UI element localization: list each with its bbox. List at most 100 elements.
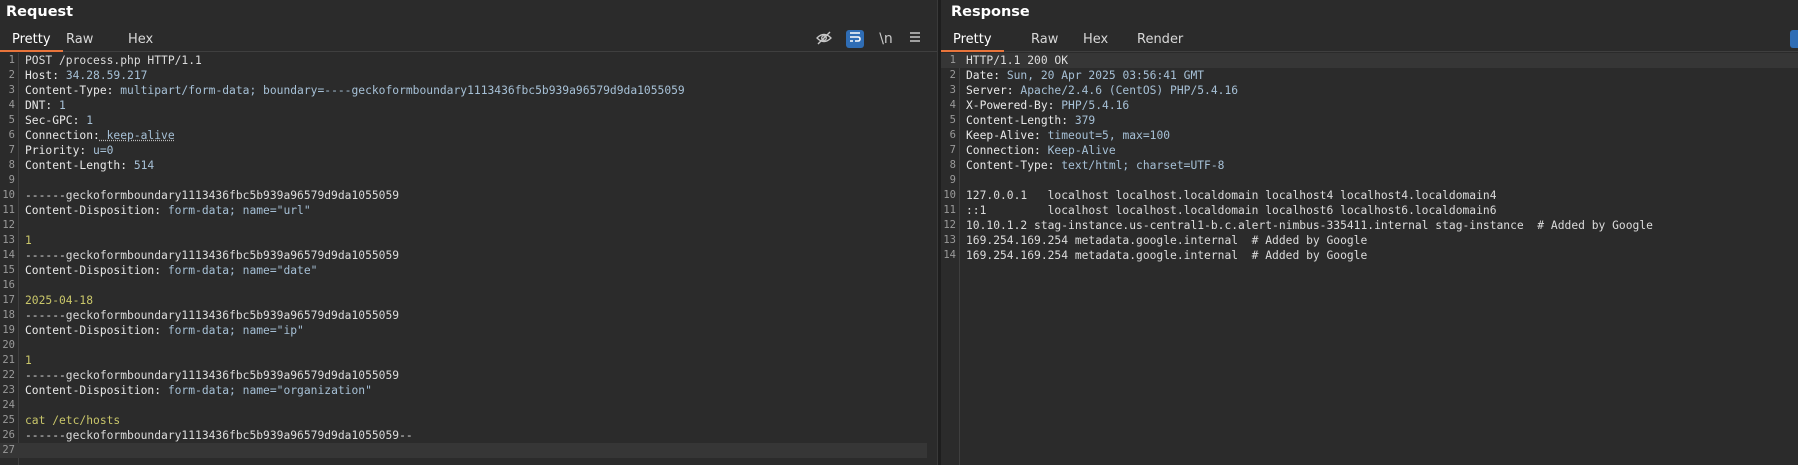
line-number: 12 — [2, 219, 15, 231]
line-text: ::1 localhost localhost.localdomain loca… — [966, 204, 1497, 217]
request-line: 8 Content-Length: 514 — [0, 158, 937, 173]
wrap-icon[interactable] — [1790, 30, 1798, 48]
line-text: Content-Type: multipart/form-data; bound… — [25, 83, 685, 98]
line-number: 10 — [943, 189, 956, 201]
line-number: 10 — [2, 189, 15, 201]
request-lines: 1 POST /process.php HTTP/1.1 2 Host: 34.28.… — [0, 53, 937, 458]
response-tab-render[interactable]: Render — [1125, 31, 1195, 52]
line-number: 19 — [2, 324, 15, 336]
request-line: 21 1 — [0, 353, 937, 368]
header-value: Apache/2.4.6 (CentOS) PHP/5.4.16 — [1013, 84, 1239, 97]
header-name: Priority: — [25, 144, 87, 157]
header-value: Sun, 20 Apr 2025 03:56:41 GMT — [1000, 69, 1205, 82]
header-value: 1 — [52, 99, 66, 112]
request-title: Request — [6, 4, 74, 20]
header-name: Host: — [25, 69, 60, 82]
request-line: 25 cat /etc/hosts — [0, 413, 937, 428]
line-number: 13 — [2, 234, 15, 246]
line-number: 27 — [2, 444, 15, 456]
wrap-icon[interactable] — [846, 30, 864, 48]
header-name: Sec-GPC: — [25, 114, 80, 127]
request-tab-hex[interactable]: Hex — [116, 31, 165, 52]
request-tabs: Pretty Raw Hex — [0, 28, 937, 52]
line-text: Content-Disposition: form-data; name="da… — [25, 263, 317, 278]
line-text: 1 — [25, 234, 32, 247]
line-text: 169.254.169.254 metadata.google.internal… — [966, 249, 1368, 262]
request-line: 4 DNT: 1 — [0, 98, 937, 113]
newline-icon[interactable]: \n — [877, 30, 895, 48]
header-value: Keep-Alive — [1040, 144, 1116, 157]
header-name: Content-Length: — [25, 159, 128, 172]
line-number: 3 — [949, 84, 956, 96]
request-line: 22 ------geckoformboundary1113436fbc5b939… — [0, 368, 937, 383]
line-text: ------geckoformboundary1113436fbc5b939a9… — [25, 369, 400, 382]
request-line: 24 — [0, 398, 937, 413]
line-text: Content-Disposition: form-data; name="ip… — [25, 323, 304, 338]
line-number: 22 — [2, 369, 15, 381]
response-editor[interactable]: 1 HTTP/1.1 200 OK 2 Date: Sun, 20 Apr 2025 … — [941, 53, 1798, 465]
line-number: 6 — [949, 129, 956, 141]
response-tab-hex[interactable]: Hex — [1071, 31, 1120, 52]
request-line: 26 ------geckoformboundary1113436fbc5b939… — [0, 428, 937, 443]
request-line: 13 1 — [0, 233, 937, 248]
request-line: 17 2025-04-18 — [0, 293, 937, 308]
line-text: 127.0.0.1 localhost localhost.localdomai… — [966, 189, 1497, 202]
response-line: 4 X-Powered-By: PHP/5.4.16 — [941, 98, 1798, 113]
line-number: 5 — [8, 114, 15, 126]
request-line: 2 Host: 34.28.59.217 — [0, 68, 937, 83]
header-value: form-data; name="url" — [161, 204, 311, 217]
line-text: 1 — [25, 354, 32, 367]
response-tab-pretty[interactable]: Pretty — [941, 31, 1004, 52]
header-name: Connection: — [25, 129, 100, 142]
response-line: 8 Content-Type: text/html; charset=UTF-8 — [941, 158, 1798, 173]
line-text: Sec-GPC: 1 — [25, 113, 93, 128]
header-value: 34.28.59.217 — [59, 69, 148, 82]
line-number: 11 — [2, 204, 15, 216]
header-value: 514 — [127, 159, 155, 172]
request-editor[interactable]: 1 POST /process.php HTTP/1.1 2 Host: 34.28.… — [0, 53, 937, 465]
line-text: Priority: u=0 — [25, 143, 113, 158]
line-text: ------geckoformboundary1113436fbc5b939a9… — [25, 429, 413, 442]
line-number: 11 — [943, 204, 956, 216]
request-tab-raw[interactable]: Raw — [54, 31, 105, 52]
line-number: 16 — [2, 279, 15, 291]
response-line: 10 127.0.0.1 localhost localhost.localdom… — [941, 188, 1798, 203]
line-text: 169.254.169.254 metadata.google.internal… — [966, 234, 1368, 247]
response-tab-raw[interactable]: Raw — [1019, 31, 1070, 52]
header-value: form-data; name="date" — [161, 264, 318, 277]
header-name: DNT: — [25, 99, 53, 112]
line-number: 23 — [2, 384, 15, 396]
menu-icon[interactable] — [906, 30, 924, 48]
header-name: Content-Disposition: — [25, 204, 162, 217]
response-line: 5 Content-Length: 379 — [941, 113, 1798, 128]
response-pane: Response Pretty Raw Hex Render 1 HTTP/1.1… — [941, 0, 1798, 465]
request-line: 16 — [0, 278, 937, 293]
line-number: 21 — [2, 354, 15, 366]
line-number: 14 — [943, 249, 956, 261]
line-number: 1 — [949, 54, 956, 66]
response-line: 11::1 localhost localhost.localdomain lo… — [941, 203, 1798, 218]
line-text: Server: Apache/2.4.6 (CentOS) PHP/5.4.16 — [966, 83, 1238, 98]
request-line: 11 Content-Disposition: form-data; name="… — [0, 203, 937, 218]
line-number: 9 — [949, 174, 956, 186]
request-line: 15 Content-Disposition: form-data; name="… — [0, 263, 937, 278]
line-number: 4 — [8, 99, 15, 111]
line-number: 17 — [2, 294, 15, 306]
header-name: Content-Type: — [25, 84, 114, 97]
header-value: text/html; charset=UTF-8 — [1054, 159, 1225, 172]
line-text: Content-Length: 379 — [966, 113, 1095, 128]
request-line: 23 Content-Disposition: form-data; name="… — [0, 383, 937, 398]
line-text: 10.10.1.2 stag-instance.us-central1-b.c.… — [966, 219, 1653, 232]
line-number: 6 — [8, 129, 15, 141]
line-number: 9 — [8, 174, 15, 186]
header-name: Content-Disposition: — [25, 324, 162, 337]
line-text: Content-Disposition: form-data; name="or… — [25, 383, 372, 398]
line-number: 3 — [8, 84, 15, 96]
eye-off-icon[interactable] — [815, 30, 833, 48]
response-title: Response — [951, 4, 1030, 20]
request-line: 19 Content-Disposition: form-data; name="… — [0, 323, 937, 338]
header-value: form-data; name="organization" — [161, 384, 372, 397]
header-name: Server: — [966, 84, 1014, 97]
line-number: 26 — [2, 429, 15, 441]
request-line: 5 Sec-GPC: 1 — [0, 113, 937, 128]
